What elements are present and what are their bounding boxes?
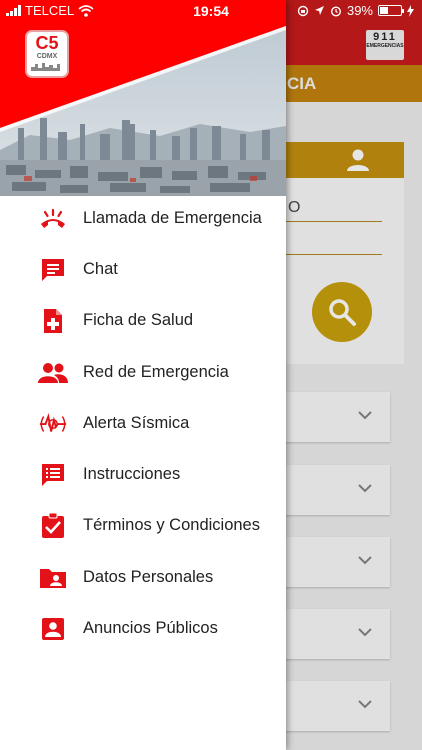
menu-item-label: Alerta Sísmica [83,414,190,432]
menu-item-emergency-network[interactable]: Red de Emergencia [0,351,286,395]
rotation-lock-icon [297,5,309,16]
input-field-value: O [288,199,301,216]
logo-911: 911 EMERGENCIAS [366,30,404,60]
menu-item-label: Chat [83,260,118,278]
alarm-icon [330,5,341,17]
menu-item-label: Términos y Condiciones [83,516,260,534]
folder-user-icon [38,565,68,591]
menu-item-label: Llamada de Emergencia [83,209,262,227]
contact-box-icon [38,616,68,642]
input-underline [280,254,382,255]
battery-icon [378,5,404,16]
collapsed-row[interactable] [270,609,390,659]
menu-item-terms[interactable]: Términos y Condiciones [0,504,286,548]
search-card: O [270,142,404,364]
search-icon [329,299,356,326]
phone-ringing-icon [38,206,68,232]
chevron-down-icon [358,628,372,637]
menu-item-label: Datos Personales [83,568,214,586]
chevron-down-icon [358,700,372,709]
collapsed-row[interactable] [270,537,390,587]
logo-911-caption: EMERGENCIAS [366,43,404,49]
menu-item-label: Red de Emergencia [83,363,229,381]
menu-item-seismic-alert[interactable]: Alerta Sísmica [0,402,286,446]
health-file-icon [38,308,68,334]
menu-item-chat[interactable]: Chat [0,248,286,292]
chevron-down-icon [358,411,372,420]
menu-item-instructions[interactable]: Instrucciones [0,453,286,497]
menu-item-label: Ficha de Salud [83,311,194,329]
menu-item-label: Instrucciones [83,465,181,483]
c5-logo: C5 CDMX [25,30,69,78]
menu-item-health-file[interactable]: Ficha de Salud [0,299,286,343]
chevron-down-icon [358,556,372,565]
status-bar: TELCEL 19:54 39% [0,0,422,24]
menu-item-personal-data[interactable]: Datos Personales [0,556,286,600]
instructions-icon [38,462,68,488]
status-right: 39% [297,3,414,18]
chat-icon [38,257,68,283]
search-card-header [270,142,404,178]
navigation-drawer: C5 CDMX Llamada de Emergencia Chat Ficha… [0,0,286,750]
collapsed-row[interactable] [270,465,390,515]
skyline-icon [31,63,60,71]
menu-item-label: Anuncios Públicos [83,619,218,637]
drawer-header: C5 CDMX [0,0,286,196]
menu-item-public-announcements[interactable]: Anuncios Públicos [0,607,286,651]
chevron-down-icon [358,484,372,493]
battery-percent: 39% [346,3,373,18]
location-icon [314,6,324,15]
search-button[interactable] [312,282,372,342]
collapsed-row[interactable] [270,392,390,442]
charging-icon [407,4,414,17]
logo-subtext: CDMX [36,53,58,60]
input-underline [280,221,382,222]
seismic-alert-icon [38,411,68,437]
people-icon [38,360,68,386]
user-icon [347,149,369,171]
clipboard-check-icon [38,513,68,539]
collapsed-row[interactable] [270,681,390,731]
logo-text: C5 [35,33,59,53]
menu-item-emergency-call[interactable]: Llamada de Emergencia [0,197,286,241]
logo-911-digits: 911 [373,31,397,43]
